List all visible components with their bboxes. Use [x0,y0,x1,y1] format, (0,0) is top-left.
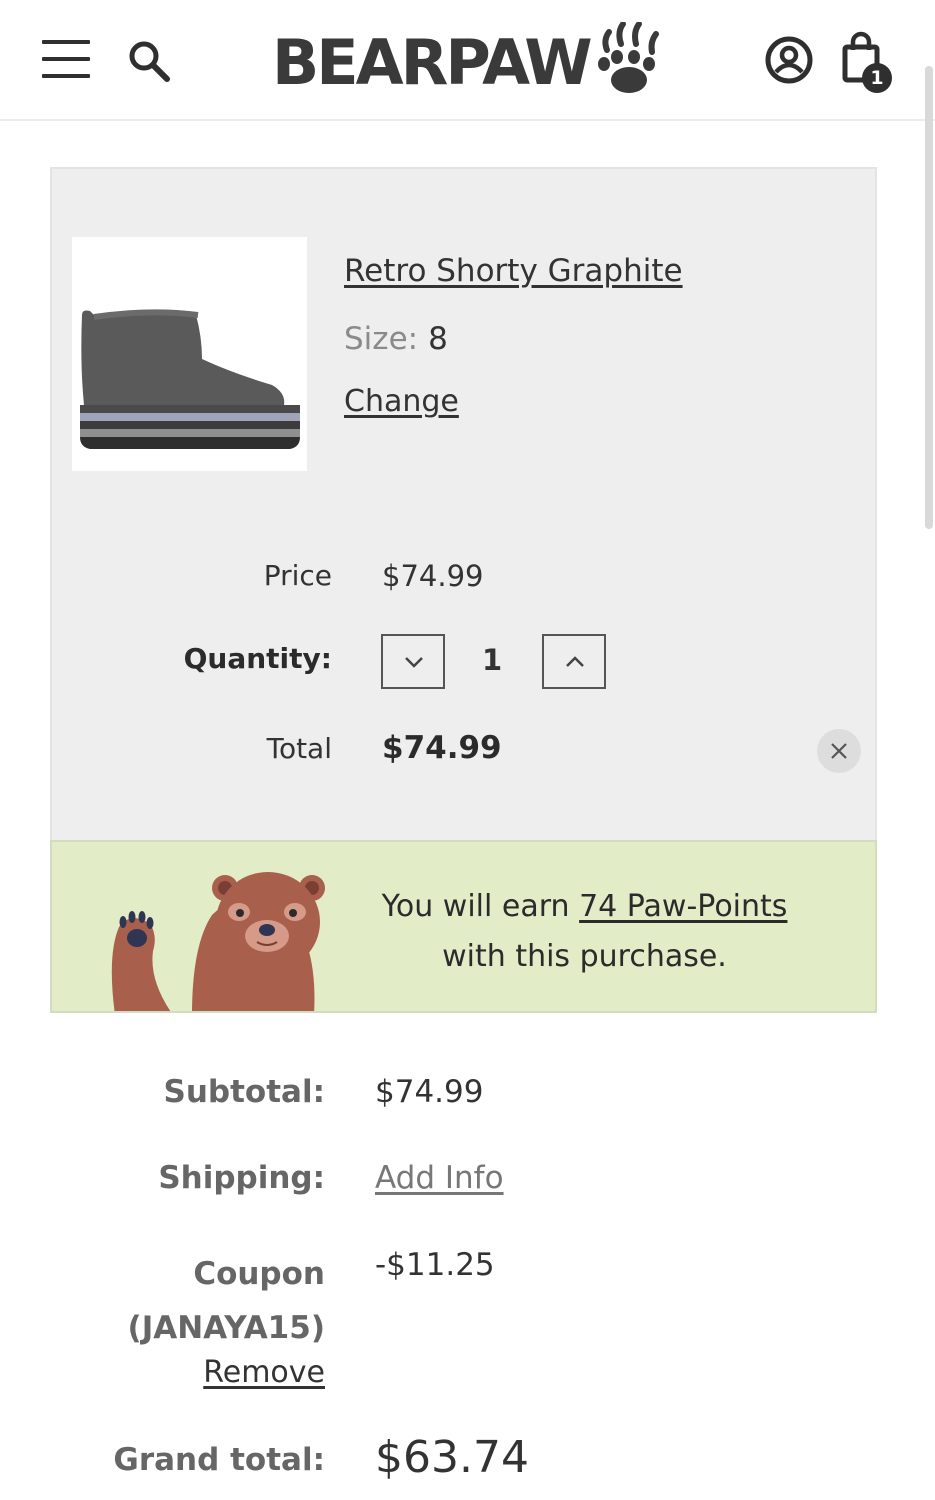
paw-points-banner: You will earn 74 Paw-Points with this pu… [50,840,877,1013]
product-name-link[interactable]: Retro Shorty Graphite [344,253,683,289]
size-value: 8 [428,321,448,357]
logo-text: BEARPAW [272,26,593,99]
coupon-code: (JANAYA15) [127,1310,325,1346]
paw-points-link[interactable]: 74 Paw-Points [579,889,787,924]
chevron-up-icon [566,656,584,667]
size-label: Size: [344,321,419,357]
subtotal-label: Subtotal: [163,1074,325,1110]
site-header: BEARPAW 1 [0,0,935,121]
remove-item-button[interactable] [817,729,861,773]
quantity-label: Quantity: [183,642,332,675]
total-value: $74.99 [382,730,502,766]
size-row: Size: 8 [344,321,448,357]
account-icon[interactable] [764,35,814,85]
close-icon [831,743,847,759]
change-size-link[interactable]: Change [344,384,459,419]
price-label: Price [263,559,332,592]
points-suffix: with this purchase. [442,939,727,974]
scrollbar[interactable] [925,66,933,529]
subtotal-value: $74.99 [375,1074,484,1110]
coupon-value: -$11.25 [375,1247,495,1283]
grand-total-value: $63.74 [375,1432,529,1483]
chevron-down-icon [405,657,423,668]
price-value: $74.99 [382,559,484,593]
total-label: Total [266,732,332,765]
cart-count-badge: 1 [862,63,892,93]
paw-logo-icon [598,22,659,93]
bearpaw-logo[interactable]: BEARPAW [272,22,667,100]
points-prefix: You will earn [381,889,580,924]
quantity-value: 1 [482,643,503,677]
menu-icon[interactable] [42,40,90,78]
search-icon[interactable] [126,38,172,84]
quantity-decrease-button[interactable] [381,634,445,689]
remove-coupon-link[interactable]: Remove [25,1355,325,1390]
grand-total-label: Grand total: [113,1442,325,1478]
paw-points-message: You will earn 74 Paw-Points with this pu… [362,882,807,982]
coupon-label: Coupon (JANAYA15) [25,1247,325,1355]
product-image[interactable] [72,237,307,471]
quantity-increase-button[interactable] [542,634,606,689]
shipping-add-info-link[interactable]: Add Info [375,1160,504,1196]
boot-image [80,309,300,449]
coupon-label-line1: Coupon [193,1256,325,1292]
shipping-label: Shipping: [158,1160,325,1196]
bear-illustration [111,872,325,1011]
